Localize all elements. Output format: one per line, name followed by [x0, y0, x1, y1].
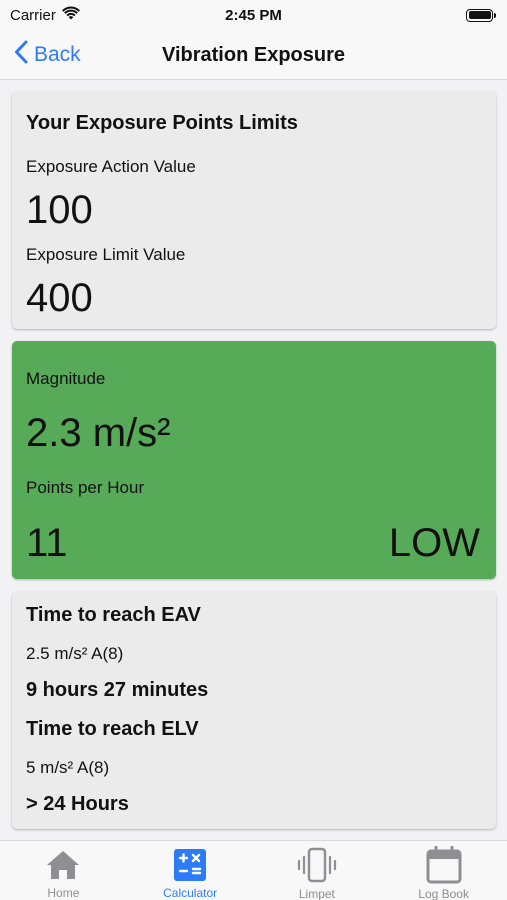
magnitude-value: 2.3 m/s² [26, 411, 171, 455]
tab-bar: Home Calculator Limpet Log Book [0, 840, 507, 900]
points-per-hour-value: 11 [26, 521, 68, 565]
elv-reference: 5 m/s² A(8) [26, 758, 110, 777]
magnitude-label: Magnitude [26, 369, 106, 388]
calendar-icon [424, 846, 464, 884]
tab-calculator[interactable]: Calculator [127, 841, 254, 900]
wifi-icon [61, 6, 80, 24]
eav-value: 100 [26, 188, 93, 232]
battery-icon [466, 8, 496, 22]
time-to-reach-card: Time to reach EAV 2.5 m/s² A(8) 9 hours … [12, 591, 496, 829]
chevron-left-icon [14, 40, 28, 70]
carrier-label: Carrier [10, 6, 56, 24]
elv-time-heading: Time to reach ELV [26, 718, 199, 740]
status-bar: Carrier 2:45 PM [0, 0, 507, 30]
tab-log-book-label: Log Book [418, 887, 469, 900]
navigation-bar: Back Vibration Exposure [0, 30, 507, 80]
eav-label: Exposure Action Value [26, 157, 196, 176]
back-button[interactable]: Back [14, 38, 81, 72]
tab-calculator-label: Calculator [163, 886, 218, 900]
calculator-icon [170, 847, 210, 882]
eav-time-heading: Time to reach EAV [26, 604, 201, 626]
elv-duration: > 24 Hours [26, 793, 129, 815]
tab-home-label: Home [47, 886, 80, 900]
exposure-limits-card: Your Exposure Points Limits Exposure Act… [12, 91, 496, 329]
status-left: Carrier [10, 6, 80, 24]
tab-home[interactable]: Home [0, 841, 127, 900]
tab-log-book[interactable]: Log Book [380, 841, 507, 900]
tab-limpet[interactable]: Limpet [254, 841, 381, 900]
vibration-icon [297, 847, 337, 883]
tab-limpet-label: Limpet [298, 887, 335, 900]
points-per-hour-label: Points per Hour [26, 478, 145, 497]
eav-duration: 9 hours 27 minutes [26, 679, 209, 701]
elv-value: 400 [26, 276, 93, 320]
elv-label: Exposure Limit Value [26, 245, 186, 264]
exposure-level-badge: LOW [388, 521, 480, 565]
home-icon [43, 847, 83, 882]
magnitude-card: Magnitude 2.3 m/s² Points per Hour 11 LO… [12, 341, 496, 579]
back-label: Back [34, 43, 81, 66]
limits-heading: Your Exposure Points Limits [26, 112, 298, 134]
eav-reference: 2.5 m/s² A(8) [26, 644, 124, 663]
